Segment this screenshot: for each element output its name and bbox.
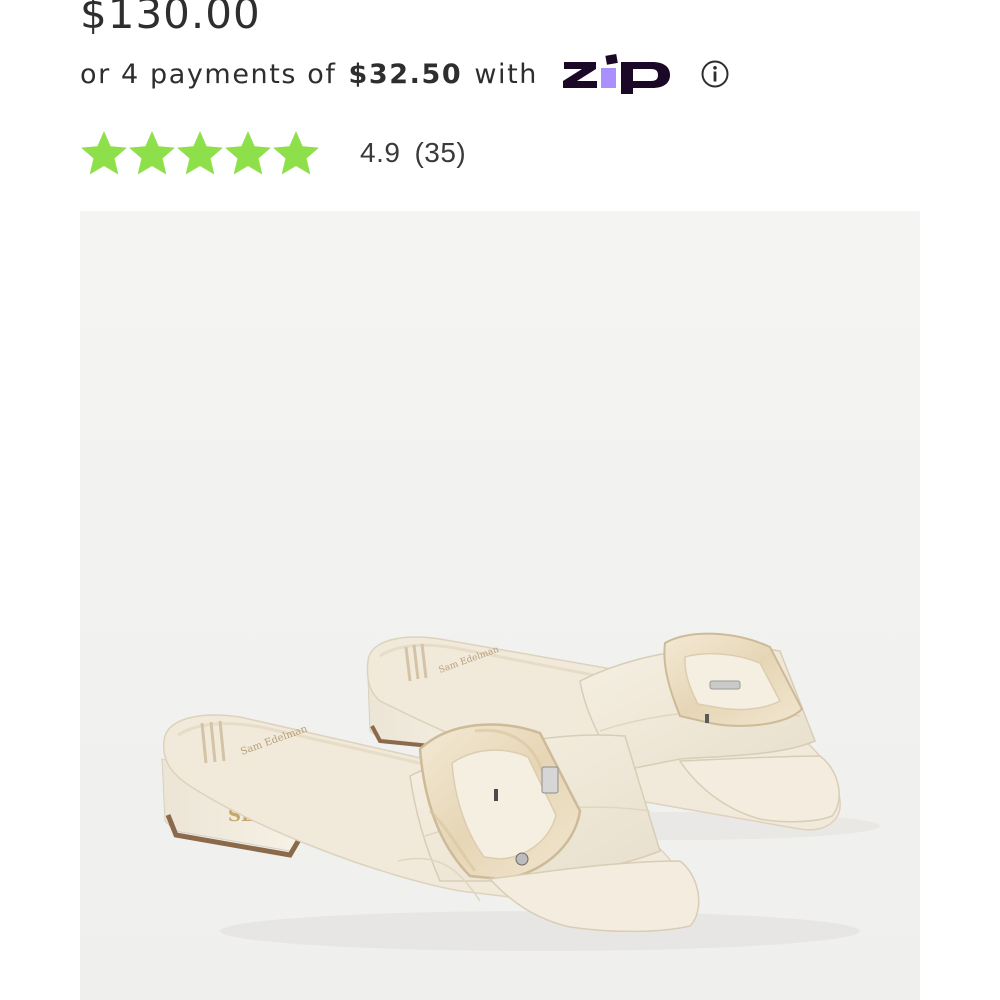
sandals-illustration: Sam Edelman SE Sam Edelman	[80, 211, 920, 1000]
star-icon	[273, 131, 319, 175]
star-icon	[129, 131, 175, 175]
product-detail-page: $130.00 or 4 payments of $32.50 with 4.9…	[0, 0, 1000, 1000]
star-icon	[225, 131, 271, 175]
rating-summary[interactable]: 4.9 (35)	[80, 126, 466, 180]
installment-suffix: with	[474, 58, 538, 90]
rating-score: 4.9	[360, 137, 401, 168]
installment-amount: $32.50	[348, 58, 463, 90]
installment-prefix: or 4 payments of	[80, 58, 337, 90]
product-image[interactable]: Sam Edelman SE Sam Edelman	[80, 211, 920, 1000]
star-icon	[177, 131, 223, 175]
review-count[interactable]: (35)	[414, 137, 466, 168]
info-icon[interactable]	[700, 59, 730, 89]
star-icon	[81, 131, 127, 175]
star-rating	[80, 129, 320, 177]
rating-value: 4.9 (35)	[360, 137, 466, 169]
installment-offer: or 4 payments of $32.50 with	[80, 54, 730, 94]
product-price: $130.00	[80, 0, 261, 38]
zip-logo[interactable]	[560, 54, 678, 94]
